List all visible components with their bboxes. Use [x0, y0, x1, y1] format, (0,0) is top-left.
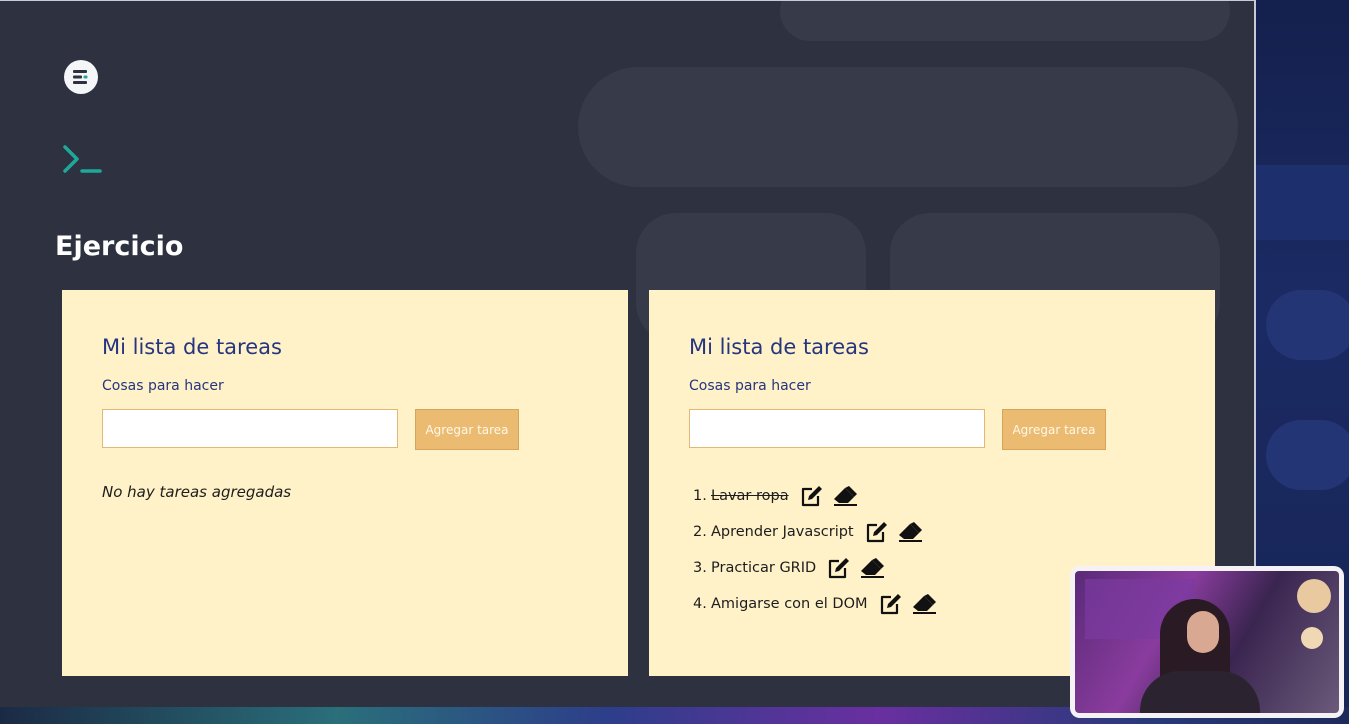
background-shape — [578, 67, 1238, 187]
wall-decoration — [1301, 627, 1323, 649]
task-number: 3. — [693, 560, 707, 576]
card-title: Mi lista de tareas — [102, 335, 282, 359]
task-number: 4. — [693, 596, 707, 612]
edit-icon[interactable] — [800, 485, 824, 507]
webcam-video — [1075, 571, 1339, 713]
background-pill — [1266, 420, 1349, 490]
task-text[interactable]: Aprender Javascript — [711, 524, 854, 540]
background-pill — [1266, 290, 1349, 360]
card-title: Mi lista de tareas — [689, 335, 869, 359]
task-text[interactable]: Practicar GRID — [711, 560, 816, 576]
eraser-icon[interactable] — [898, 522, 924, 542]
page-title: Ejercicio — [55, 231, 184, 262]
task-text[interactable]: Amigarse con el DOM — [711, 596, 868, 612]
empty-message: No hay tareas agregadas — [102, 483, 292, 501]
card-subtitle: Cosas para hacer — [689, 378, 811, 394]
logo-icon — [64, 60, 98, 94]
task-item: 3. Practicar GRID — [693, 550, 938, 586]
task-input[interactable] — [689, 409, 985, 448]
presentation-slide: Ejercicio Mi lista de tareas Cosas para … — [0, 0, 1256, 708]
task-text-completed[interactable]: Lavar ropa — [711, 488, 789, 504]
background-shape — [780, 1, 1230, 41]
task-item: 4. Amigarse con el DOM — [693, 586, 938, 622]
task-item: 1. Lavar ropa — [693, 478, 938, 514]
task-input[interactable] — [102, 409, 398, 448]
edit-icon[interactable] — [879, 593, 903, 615]
webcam-overlay — [1070, 566, 1344, 718]
add-task-button[interactable]: Agregar tarea — [415, 409, 519, 450]
task-number: 1. — [693, 488, 707, 504]
card-subtitle: Cosas para hacer — [102, 378, 224, 394]
task-list: 1. Lavar ropa 2. Aprender Javascript 3. … — [693, 478, 938, 622]
eraser-icon[interactable] — [912, 594, 938, 614]
background-band — [1256, 165, 1349, 240]
task-number: 2. — [693, 524, 707, 540]
edit-icon[interactable] — [865, 521, 889, 543]
task-item: 2. Aprender Javascript — [693, 514, 938, 550]
eraser-icon[interactable] — [860, 558, 886, 578]
eraser-icon[interactable] — [833, 486, 859, 506]
add-task-button[interactable]: Agregar tarea — [1002, 409, 1106, 450]
edit-icon[interactable] — [827, 557, 851, 579]
todo-card-empty: Mi lista de tareas Cosas para hacer Agre… — [62, 290, 628, 676]
terminal-prompt-icon — [63, 145, 102, 173]
wall-decoration — [1297, 579, 1331, 613]
person-torso — [1140, 671, 1260, 713]
person-face — [1187, 611, 1219, 653]
